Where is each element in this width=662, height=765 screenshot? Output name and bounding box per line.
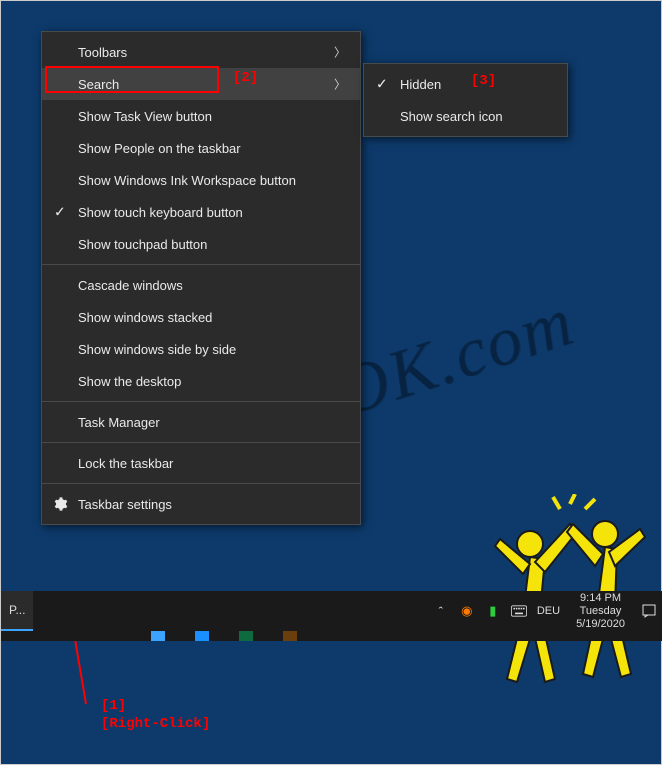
menu-item-label: Lock the taskbar <box>78 456 173 471</box>
menu-item-show-task-view[interactable]: Show Task View button <box>42 100 360 132</box>
tray-clock-time: 9:14 PM <box>576 592 625 605</box>
taskbar-mini-icon[interactable] <box>195 631 209 641</box>
taskbar-context-menu: Toolbars 〉 Search 〉 Show Task View butto… <box>41 31 361 525</box>
menu-separator <box>42 483 360 484</box>
annotation-label-1: [1] <box>101 698 126 714</box>
menu-item-show-touch-keyboard[interactable]: ✓ Show touch keyboard button <box>42 196 360 228</box>
menu-item-show-ink-workspace[interactable]: Show Windows Ink Workspace button <box>42 164 360 196</box>
menu-item-lock-taskbar[interactable]: Lock the taskbar <box>42 447 360 479</box>
menu-item-task-manager[interactable]: Task Manager <box>42 406 360 438</box>
system-tray: ˆ ◉ ▮ DEU 9:14 PM Tuesday 5/19/2020 <box>433 591 662 631</box>
tray-clock-day: Tuesday <box>576 605 625 618</box>
taskbar-secondary-strip <box>1 631 662 641</box>
menu-item-label: Taskbar settings <box>78 497 172 512</box>
menu-separator <box>42 442 360 443</box>
taskbar-mini-icon[interactable] <box>239 631 253 641</box>
menu-item-label: Toolbars <box>78 45 127 60</box>
menu-item-label: Show touchpad button <box>78 237 207 252</box>
chevron-right-icon: 〉 <box>334 44 346 61</box>
menu-item-windows-side-by-side[interactable]: Show windows side by side <box>42 333 360 365</box>
menu-separator <box>42 401 360 402</box>
menu-item-label: Show windows side by side <box>78 342 236 357</box>
tray-clock-date: 5/19/2020 <box>576 618 625 631</box>
menu-item-label: Show Windows Ink Workspace button <box>78 173 296 188</box>
menu-item-label: Show touch keyboard button <box>78 205 243 220</box>
taskbar-app-label: P... <box>9 603 25 617</box>
menu-item-label: Show the desktop <box>78 374 181 389</box>
tray-keyboard-icon[interactable] <box>511 603 527 619</box>
tray-chevron-up-icon[interactable]: ˆ <box>433 603 449 619</box>
submenu-item-hidden[interactable]: ✓ Hidden <box>364 68 567 100</box>
menu-item-label: Task Manager <box>78 415 160 430</box>
menu-item-show-desktop[interactable]: Show the desktop <box>42 365 360 397</box>
tray-language-indicator[interactable]: DEU <box>537 603 560 619</box>
menu-item-label: Show People on the taskbar <box>78 141 241 156</box>
taskbar-mini-icon[interactable] <box>283 631 297 641</box>
taskbar-mini-icon[interactable] <box>151 631 165 641</box>
taskbar-app-button[interactable]: P... <box>1 591 33 631</box>
menu-item-search[interactable]: Search 〉 <box>42 68 360 100</box>
menu-separator <box>42 264 360 265</box>
taskbar[interactable]: P... ˆ ◉ ▮ DEU 9:14 PM Tuesday 5/19/2020 <box>1 591 662 631</box>
submenu-item-show-search-icon[interactable]: Show search icon <box>364 100 567 132</box>
menu-item-label: Hidden <box>400 77 441 92</box>
taskbar-left-section: P... <box>1 591 33 631</box>
tray-power-icon[interactable]: ◉ <box>459 603 475 619</box>
menu-item-cascade-windows[interactable]: Cascade windows <box>42 269 360 301</box>
tray-notifications-icon[interactable] <box>641 603 657 619</box>
gear-icon <box>52 496 68 512</box>
menu-item-label: Show Task View button <box>78 109 212 124</box>
menu-item-taskbar-settings[interactable]: Taskbar settings <box>42 488 360 520</box>
tray-app-icon[interactable]: ▮ <box>485 603 501 619</box>
tray-clock[interactable]: 9:14 PM Tuesday 5/19/2020 <box>570 592 631 631</box>
menu-item-label: Cascade windows <box>78 278 183 293</box>
menu-item-label: Show windows stacked <box>78 310 212 325</box>
menu-item-label: Show search icon <box>400 109 503 124</box>
menu-item-label: Search <box>78 77 119 92</box>
chevron-right-icon: 〉 <box>334 76 346 93</box>
menu-item-show-people[interactable]: Show People on the taskbar <box>42 132 360 164</box>
check-icon: ✓ <box>54 204 66 221</box>
check-icon: ✓ <box>376 76 388 93</box>
menu-item-windows-stacked[interactable]: Show windows stacked <box>42 301 360 333</box>
menu-item-toolbars[interactable]: Toolbars 〉 <box>42 36 360 68</box>
annotation-label-right-click: [Right-Click] <box>101 716 210 732</box>
search-submenu: ✓ Hidden Show search icon <box>363 63 568 137</box>
menu-item-show-touchpad[interactable]: Show touchpad button <box>42 228 360 260</box>
